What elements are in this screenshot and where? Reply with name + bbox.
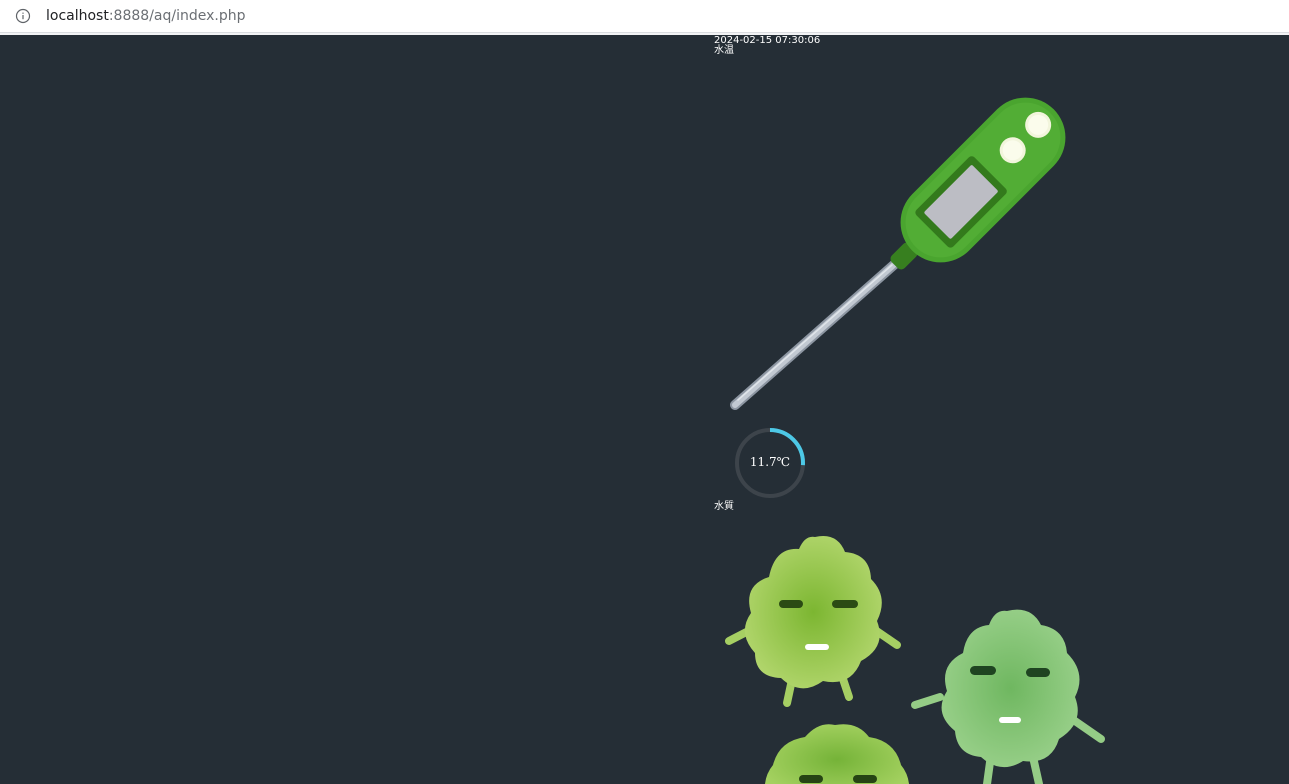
page-content: 2024-02-15 07:30:06 水温 11.7℃ 水質: [0, 35, 1289, 784]
url-field[interactable]: localhost:8888/aq/index.php: [46, 8, 246, 25]
url-host: localhost: [46, 8, 109, 24]
moss-ball-illustration: [725, 536, 1105, 784]
url-path: :8888/aq/index.php: [108, 8, 246, 24]
browser-address-bar[interactable]: localhost:8888/aq/index.php: [0, 0, 1289, 33]
temperature-value: 11.7℃: [749, 455, 791, 469]
water-quality-label: 水質: [714, 501, 734, 512]
thermometer-illustration: [730, 97, 1066, 410]
info-icon[interactable]: [15, 8, 31, 24]
water-temperature-label: 水温: [714, 45, 734, 56]
